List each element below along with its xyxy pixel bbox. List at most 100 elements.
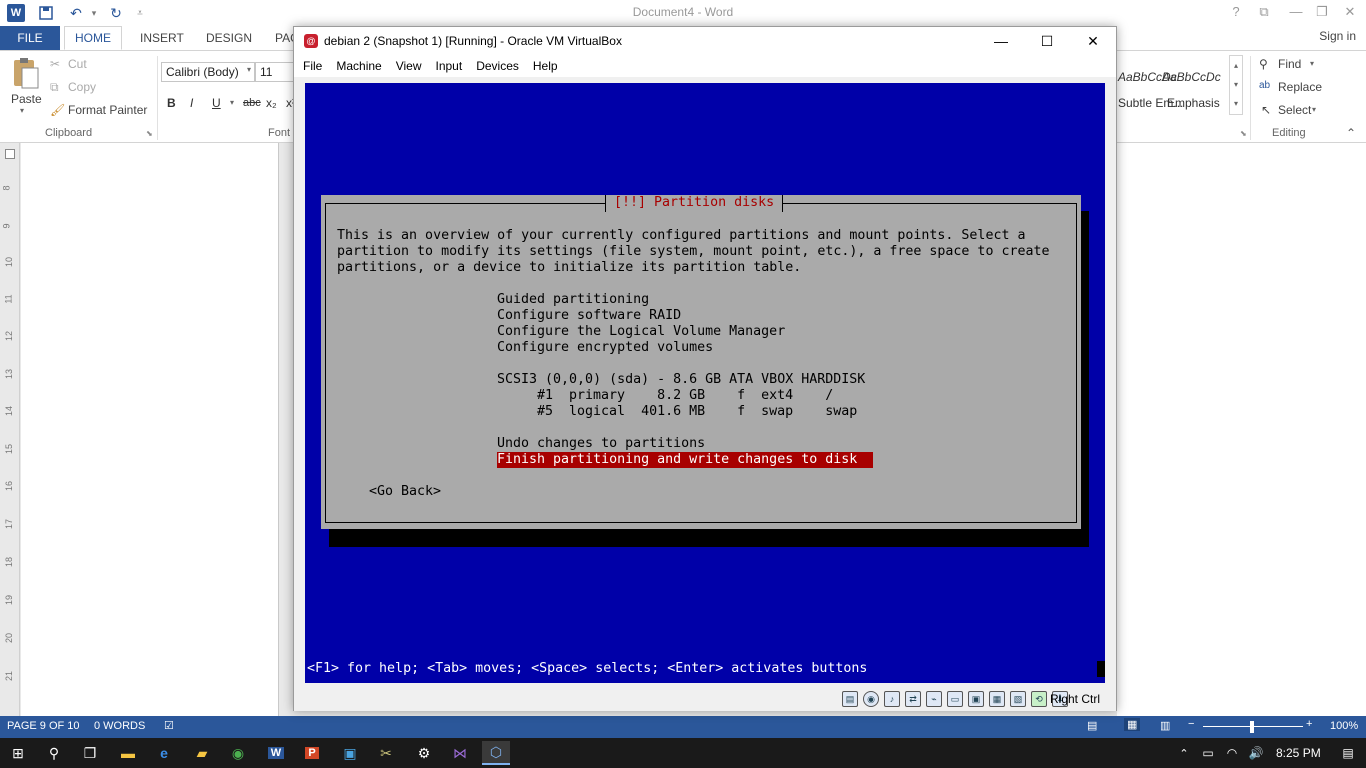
option-lvm[interactable]: Configure the Logical Volume Manager (497, 324, 785, 340)
customize-qat-icon[interactable]: ⩡ (130, 3, 150, 23)
folder-icon[interactable]: ▰ (188, 741, 216, 765)
vbox-title-bar[interactable]: @ debian 2 (Snapshot 1) [Running] - Orac… (294, 27, 1116, 55)
remote-desktop-icon[interactable]: ▣ (336, 741, 364, 765)
document-page-right[interactable] (1117, 143, 1366, 716)
word-count[interactable]: 0 WORDS (94, 720, 145, 732)
paste-button[interactable]: Paste (11, 92, 42, 106)
paste-dropdown-icon[interactable]: ▾ (20, 106, 24, 115)
cut-button[interactable]: Cut (68, 57, 87, 71)
undo-icon[interactable]: ↶ (66, 3, 86, 23)
tab-file[interactable]: FILE (0, 26, 60, 50)
select-dropdown-icon[interactable]: ▾ (1312, 105, 1316, 114)
paste-icon[interactable] (10, 58, 40, 90)
italic-button[interactable]: I (190, 96, 193, 110)
word-taskbar-icon[interactable]: W (262, 741, 290, 765)
page-count[interactable]: PAGE 9 OF 10 (7, 720, 80, 732)
menu-machine[interactable]: Machine (329, 59, 388, 73)
settings-gear-icon[interactable]: ⚙ (410, 741, 438, 765)
network-icon[interactable]: ⇄ (905, 691, 921, 707)
style-emphasis-preview[interactable]: AaBbCcDc (1162, 70, 1221, 84)
option-encrypted-volumes[interactable]: Configure encrypted volumes (497, 340, 713, 356)
windows-start-icon[interactable]: ⊞ (4, 741, 32, 765)
tab-home[interactable]: HOME (64, 26, 122, 50)
undo-dropdown-icon[interactable]: ▾ (84, 3, 104, 23)
menu-view[interactable]: View (389, 59, 429, 73)
clock[interactable]: 8:25 PM (1276, 746, 1321, 760)
go-back-button[interactable]: <Go Back> (369, 484, 441, 500)
collapse-ribbon-icon[interactable]: ⌃ (1346, 126, 1356, 140)
powerpoint-taskbar-icon[interactable]: P (298, 741, 326, 765)
copy-button[interactable]: Copy (68, 80, 96, 94)
underline-dropdown-icon[interactable]: ▾ (230, 98, 234, 107)
virtualbox-window[interactable]: @ debian 2 (Snapshot 1) [Running] - Orac… (293, 26, 1117, 711)
replace-button[interactable]: Replace (1278, 80, 1322, 94)
underline-button[interactable]: U (212, 96, 221, 110)
save-icon[interactable] (36, 3, 56, 23)
format-painter-button[interactable]: Format Painter (68, 103, 147, 117)
vbox-minimize-button[interactable]: — (978, 27, 1024, 55)
help-icon[interactable]: ? (1224, 4, 1248, 22)
tab-insert[interactable]: INSERT (130, 26, 194, 50)
task-view-icon[interactable]: ❐ (76, 741, 104, 765)
vbox-maximize-button[interactable]: ☐ (1024, 27, 1070, 55)
tab-design[interactable]: DESIGN (196, 26, 262, 50)
find-dropdown-icon[interactable]: ▾ (1310, 59, 1314, 68)
snipping-tool-icon[interactable]: ✂ (372, 741, 400, 765)
clipboard-launcher-icon[interactable]: ⬊ (146, 129, 153, 138)
word-restore-button[interactable]: ❐ (1310, 4, 1334, 22)
bold-button[interactable]: B (167, 96, 176, 110)
menu-help[interactable]: Help (526, 59, 565, 73)
optical-drive-icon[interactable]: ◉ (863, 691, 879, 707)
option-guided-partitioning[interactable]: Guided partitioning (497, 292, 649, 308)
volume-icon[interactable]: 🔊 (1242, 741, 1270, 765)
sign-in-link[interactable]: Sign in (1319, 29, 1356, 43)
menu-input[interactable]: Input (429, 59, 470, 73)
zoom-out-button[interactable]: − (1188, 718, 1194, 730)
vm-screen[interactable]: [!!] Partition disks This is an overview… (305, 83, 1105, 683)
visual-studio-icon[interactable]: ⋈ (446, 741, 474, 765)
hard-disk-icon[interactable]: ▤ (842, 691, 858, 707)
vt-x-icon[interactable]: ▧ (1010, 691, 1026, 707)
tab-selector-icon[interactable] (5, 149, 15, 159)
disk-entry[interactable]: SCSI3 (0,0,0) (sda) - 8.6 GB ATA VBOX HA… (497, 372, 865, 388)
styles-launcher-icon[interactable]: ⬊ (1240, 129, 1247, 138)
subscript-button[interactable]: x₂ (266, 96, 277, 110)
print-layout-icon[interactable]: ▦ (1124, 718, 1141, 731)
video-capture-icon[interactable]: ▦ (989, 691, 1005, 707)
shared-folders-icon[interactable]: ▭ (947, 691, 963, 707)
web-layout-icon[interactable]: ▥ (1160, 719, 1170, 732)
action-center-icon[interactable]: ▤ (1334, 741, 1362, 765)
font-size-combo[interactable]: 11 (255, 62, 295, 82)
audio-icon[interactable]: ♪ (884, 691, 900, 707)
word-close-button[interactable]: ✕ (1338, 4, 1362, 22)
vbox-close-button[interactable]: ✕ (1070, 27, 1116, 55)
mouse-integration-icon[interactable]: ⟲ (1031, 691, 1047, 707)
find-button[interactable]: Find (1278, 57, 1301, 71)
edge-icon[interactable]: e (150, 741, 178, 765)
read-mode-icon[interactable]: ▤ (1087, 719, 1097, 732)
file-explorer-icon[interactable]: ▬ (114, 741, 142, 765)
word-minimize-button[interactable]: — (1284, 4, 1308, 22)
search-icon[interactable]: ⚲ (40, 741, 68, 765)
document-page[interactable] (21, 143, 279, 716)
font-name-combo[interactable]: Calibri (Body) ▾ (161, 62, 255, 82)
proofing-icon[interactable]: ☑ (164, 719, 174, 732)
menu-file[interactable]: File (296, 59, 329, 73)
virtualbox-taskbar-icon[interactable]: ⬡ (482, 741, 510, 765)
ribbon-display-icon[interactable]: ⧉ (1252, 4, 1276, 22)
display-icon[interactable]: ▣ (968, 691, 984, 707)
partition-entry[interactable]: #1 primary 8.2 GB f ext4 / (537, 388, 833, 404)
select-button[interactable]: Select (1278, 103, 1311, 117)
redo-icon[interactable]: ↻ (106, 3, 126, 23)
zoom-level[interactable]: 100% (1330, 720, 1358, 732)
option-undo-changes[interactable]: Undo changes to partitions (497, 436, 705, 452)
chrome-icon[interactable]: ◉ (224, 741, 252, 765)
menu-devices[interactable]: Devices (469, 59, 526, 73)
usb-icon[interactable]: ⌁ (926, 691, 942, 707)
zoom-slider-thumb[interactable] (1250, 721, 1254, 733)
option-finish-partitioning[interactable]: Finish partitioning and write changes to… (497, 452, 874, 468)
partition-entry[interactable]: #5 logical 401.6 MB f swap swap (537, 404, 857, 420)
strikethrough-button[interactable]: abc (243, 97, 261, 109)
option-software-raid[interactable]: Configure software RAID (497, 308, 681, 324)
styles-gallery-scroll[interactable]: ▴ ▾ ▾ (1229, 55, 1243, 115)
